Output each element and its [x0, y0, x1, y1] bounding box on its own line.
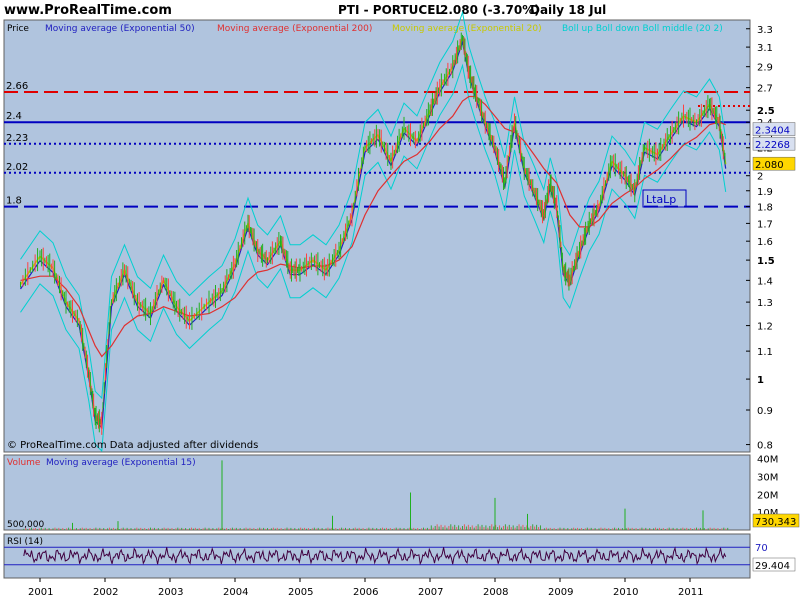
price-axis-label: 0.9	[757, 406, 773, 417]
x-axis-label: 2005	[288, 587, 313, 598]
last-price: 2.080 (-3.70%)	[440, 3, 540, 17]
price-axis-label: 0.8	[757, 441, 773, 452]
rsi-panel	[3, 533, 751, 579]
price-tag-label: 2.2268	[755, 140, 790, 151]
price-panel	[3, 19, 751, 453]
x-axis-label: 2006	[353, 587, 378, 598]
price-axis-label: 3.1	[757, 43, 773, 54]
volume-axis-label: 40M	[757, 455, 778, 466]
price-axis-label: 1.9	[757, 187, 773, 198]
volume-ma-label: Moving average (Exponential 15)	[46, 458, 196, 468]
price-axis-label: 1.8	[757, 203, 773, 214]
rsi-axis-label: 70	[755, 543, 768, 554]
annotation-label: LtaLp	[646, 193, 676, 206]
x-axis-label: 2004	[223, 587, 248, 598]
price-axis-label: 1.4	[757, 276, 773, 287]
x-axis-label: 2009	[548, 587, 573, 598]
legend-ema50: Moving average (Exponential 50)	[45, 24, 195, 34]
volume-label: Volume	[7, 458, 41, 468]
price-axis-label: 1	[757, 375, 764, 386]
x-axis-label: 2001	[28, 587, 53, 598]
price-axis-label: 3.3	[757, 25, 773, 36]
price-axis-label: 1.1	[757, 347, 773, 358]
x-axis-label: 2011	[678, 587, 703, 598]
volume-axis-label: 30M	[757, 472, 778, 483]
price-tag-label: 2.080	[755, 160, 784, 171]
price-axis-label: 1.5	[757, 256, 775, 267]
price-axis-label: 2.5	[757, 106, 775, 117]
level-label: 1.8	[6, 196, 22, 207]
x-axis-label: 2008	[483, 587, 508, 598]
x-axis-label: 2007	[418, 587, 443, 598]
x-axis-label: 2003	[158, 587, 183, 598]
volume-axis-label: 20M	[757, 490, 778, 501]
price-axis-label: 1.6	[757, 237, 773, 248]
volume-tag-label: 730,343	[755, 517, 796, 528]
level-label: 2.02	[6, 162, 28, 173]
rsi-label: RSI (14)	[7, 537, 43, 547]
price-label: Price	[7, 24, 29, 34]
rsi-tag-label: 29.404	[755, 561, 790, 572]
period: Daily 18 Jul	[530, 3, 606, 17]
price-axis-label: 2.7	[757, 84, 773, 95]
x-axis-label: 2010	[613, 587, 638, 598]
level-label: 2.23	[6, 133, 28, 144]
price-axis-label: 1.7	[757, 219, 773, 230]
stock-chart: www.ProRealTime.com PTI - PORTUCEL 2.080…	[0, 0, 800, 598]
price-axis-label: 1.2	[757, 322, 773, 333]
footnote: © ProRealTime.com Data adjusted after di…	[7, 440, 258, 451]
site-title: www.ProRealTime.com	[4, 3, 172, 18]
price-axis-label: 2.9	[757, 63, 773, 74]
level-label: 2.66	[6, 81, 28, 92]
level-label: 2.4	[6, 111, 22, 122]
price-tag-label: 2.3404	[755, 126, 790, 137]
price-axis-label: 2	[757, 172, 763, 183]
x-axis-label: 2002	[93, 587, 118, 598]
instrument-title: PTI - PORTUCEL	[338, 3, 443, 17]
legend-ema200: Moving average (Exponential 200)	[217, 24, 372, 34]
price-axis-label: 1.3	[757, 298, 773, 309]
legend-bollinger: Boll up Boll down Boll middle (20 2)	[562, 24, 723, 34]
